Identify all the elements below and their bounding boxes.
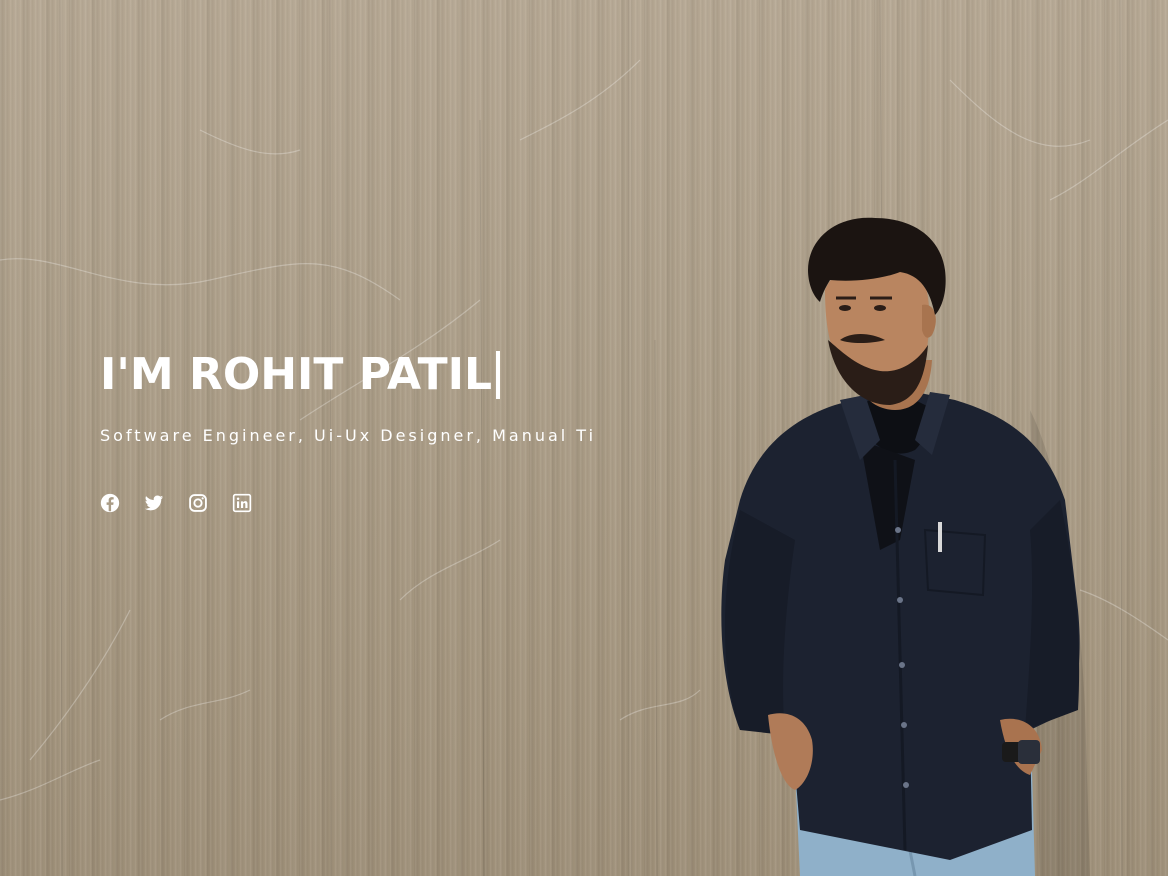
instagram-link[interactable] (188, 493, 208, 513)
hero-section: I'M ROHIT PATIL Software Engineer, Ui-Ux… (0, 0, 1168, 876)
typing-cursor (496, 351, 501, 399)
social-links (100, 493, 660, 513)
hero-subtitle: Software Engineer, Ui-Ux Designer, Manua… (100, 426, 597, 445)
hero-title-text: I'M ROHIT PATIL (100, 349, 493, 400)
hero-title: I'M ROHIT PATIL (100, 345, 660, 405)
portrait-photo (700, 210, 1100, 876)
twitter-icon (144, 495, 164, 511)
instagram-icon (189, 494, 207, 512)
facebook-icon (100, 493, 120, 513)
twitter-link[interactable] (144, 493, 164, 513)
linkedin-icon (232, 493, 252, 513)
facebook-link[interactable] (100, 493, 120, 513)
person-illustration (721, 217, 1090, 876)
linkedin-link[interactable] (232, 493, 252, 513)
hero-content: I'M ROHIT PATIL Software Engineer, Ui-Ux… (100, 345, 660, 513)
